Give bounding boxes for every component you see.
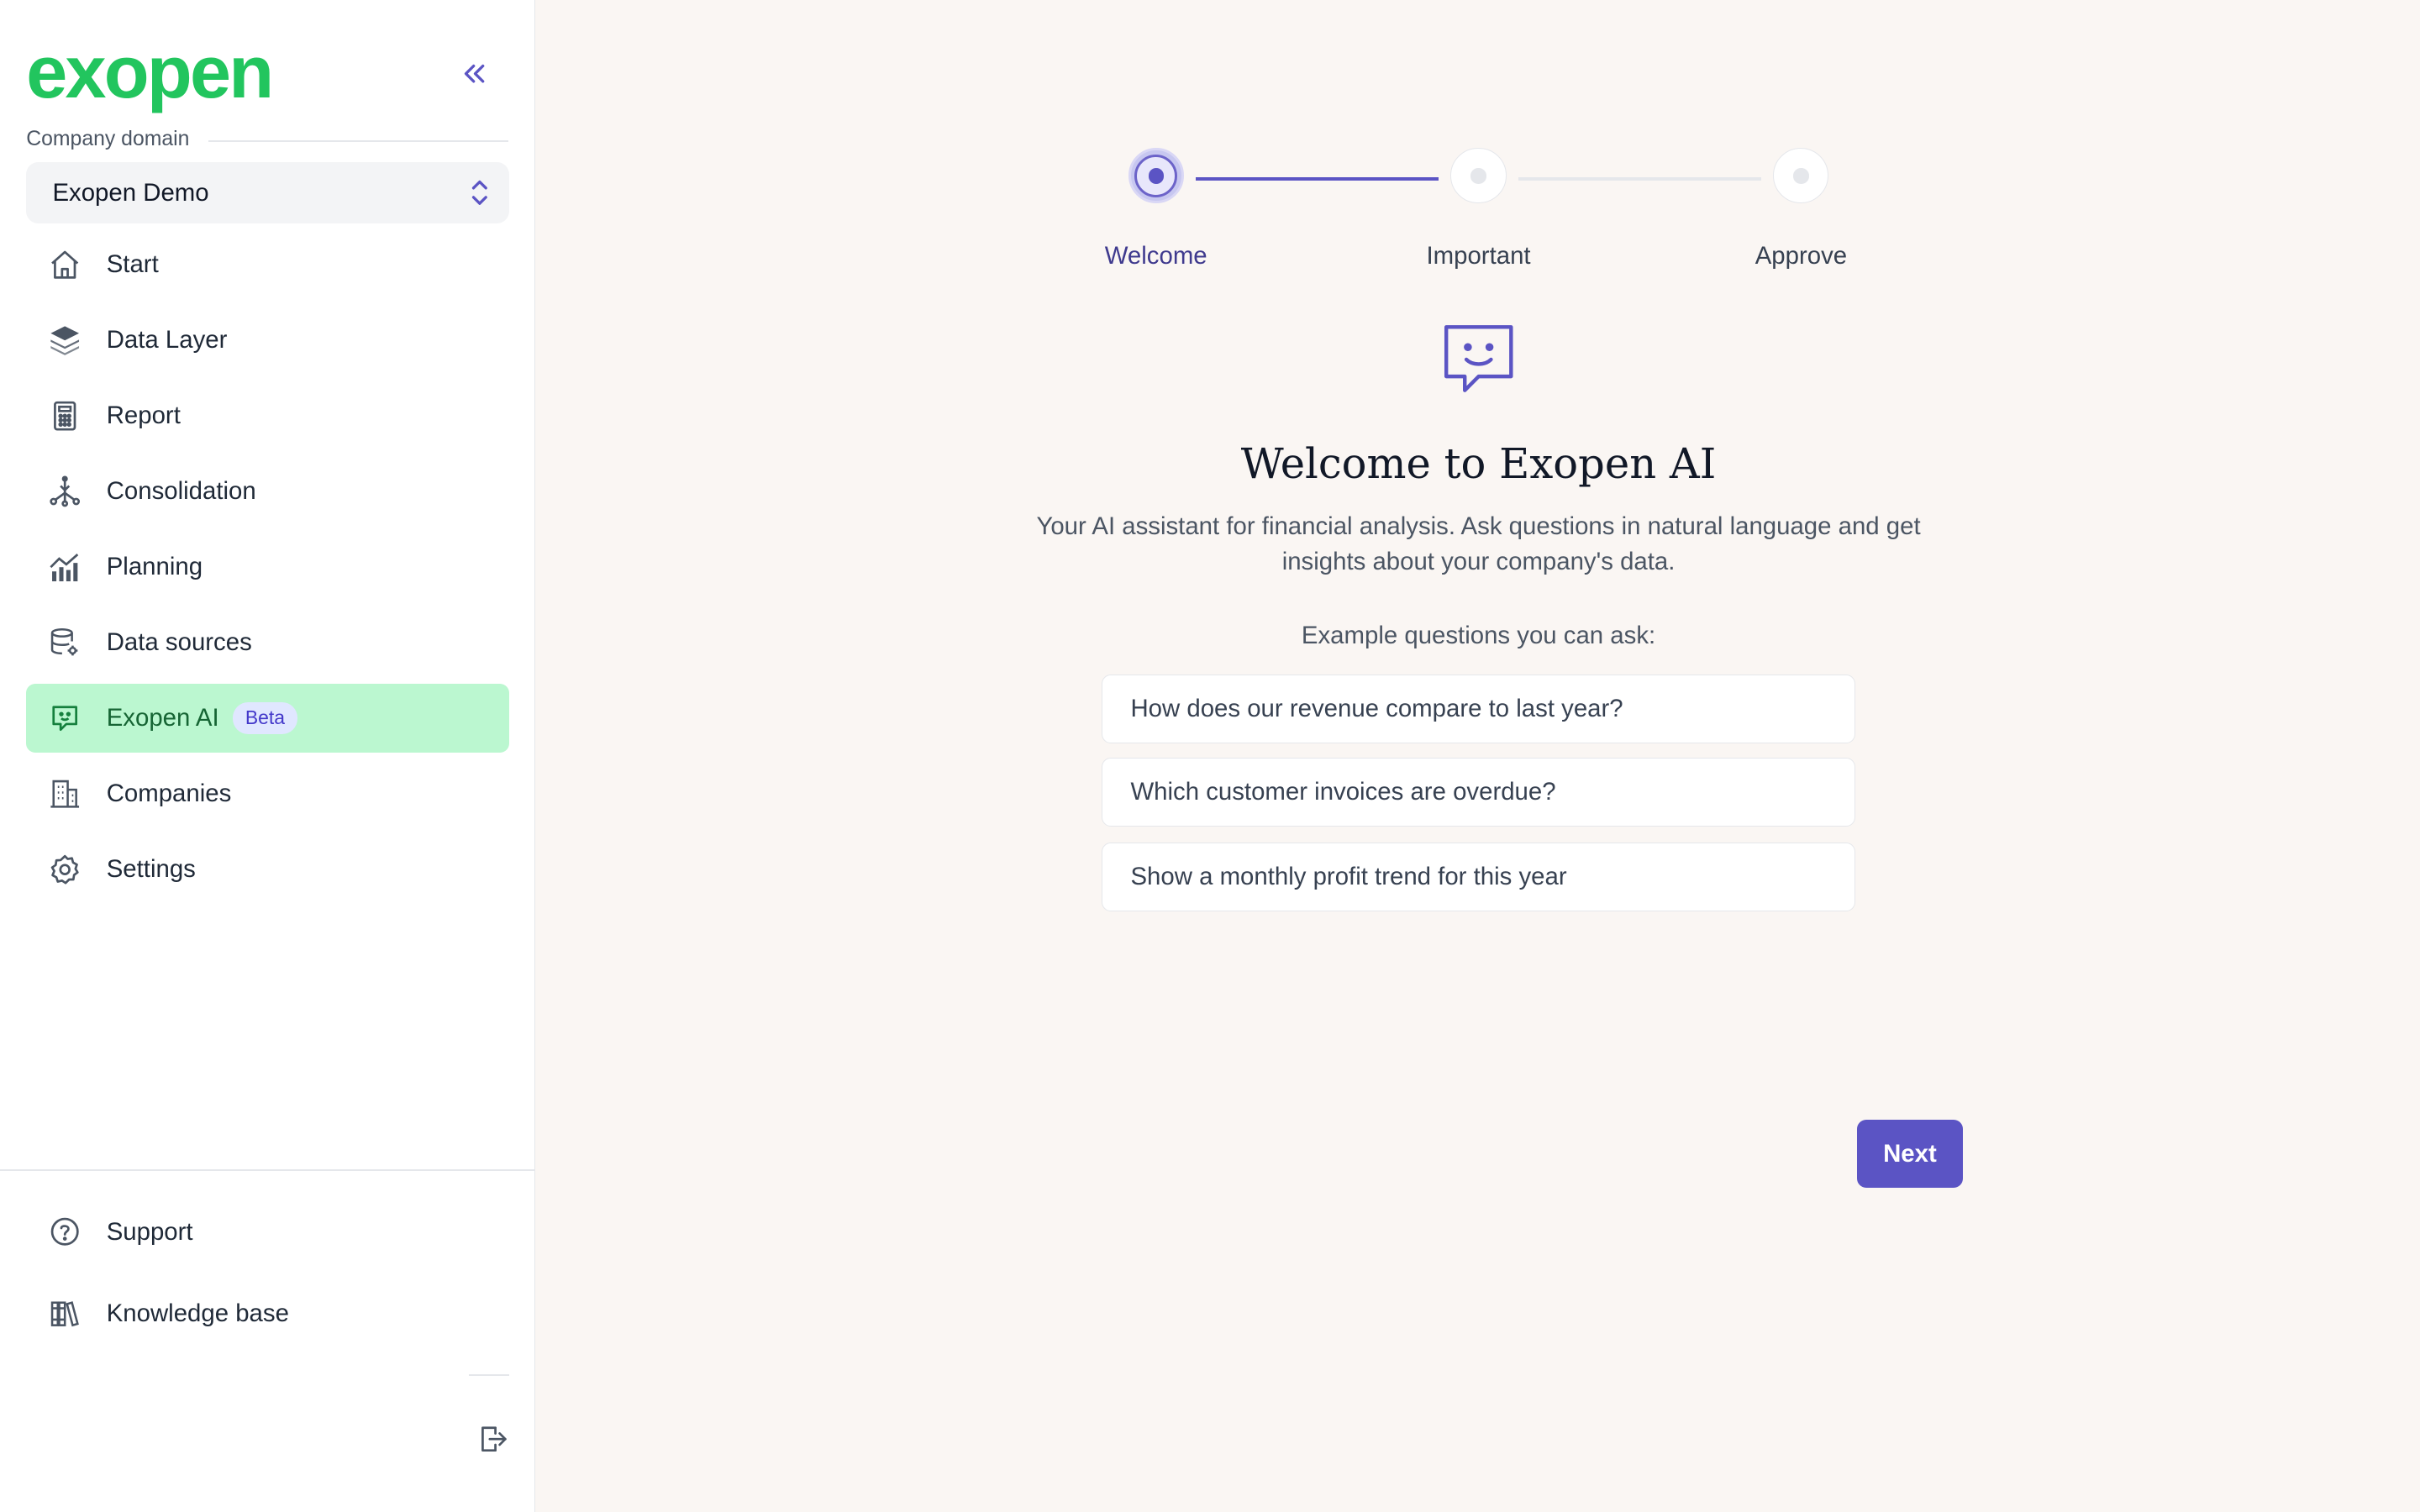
sidebar-item-label: Data Layer (106, 325, 228, 354)
exopen-logo[interactable]: exopen (26, 34, 274, 111)
sidebar-item-label: Companies (106, 779, 232, 807)
company-domain-label: Company domain (26, 128, 190, 151)
sidebar-item-knowledge-base[interactable]: Knowledge base (26, 1279, 509, 1349)
chat-smile-icon (1444, 325, 1513, 392)
divider (208, 140, 509, 142)
sidebar-item-support[interactable]: Support (26, 1197, 509, 1267)
step-approve-indicator[interactable] (1773, 148, 1829, 204)
sidebar-item-label: Exopen AI (106, 703, 219, 732)
sidebar-item-consolidation[interactable]: Consolidation (26, 457, 509, 527)
page-title: Welcome to Exopen AI (1240, 439, 1717, 489)
bottom-nav: Support Knowledge base (26, 1197, 509, 1361)
logout-button[interactable] (474, 1421, 511, 1458)
step-label-important: Important (1426, 242, 1531, 270)
step-connector-completed (1196, 177, 1439, 181)
sidebar-item-exopen-ai[interactable]: Exopen AI Beta (26, 683, 510, 753)
example-question-button[interactable]: Which customer invoices are overdue? (1102, 757, 1855, 827)
company-domain-select[interactable]: Exopen Demo (26, 161, 510, 224)
layers-icon (48, 323, 82, 357)
sidebar-item-label: Support (106, 1217, 193, 1246)
step-label-approve: Approve (1754, 242, 1848, 270)
collapse-sidebar-button[interactable] (454, 55, 494, 92)
home-icon (48, 248, 82, 281)
company-domain-value: Exopen Demo (52, 178, 209, 207)
main-nav: Start Data Layer Report Consolidation Pl… (26, 230, 510, 911)
double-chevron-left-icon (465, 65, 485, 83)
sidebar-item-label: Start (106, 249, 159, 278)
help-icon (48, 1215, 82, 1248)
calculator-icon (48, 399, 82, 433)
logout-icon (481, 1426, 507, 1452)
hierarchy-icon (48, 475, 82, 508)
sidebar-item-data-layer[interactable]: Data Layer (26, 306, 509, 375)
database-icon (48, 626, 82, 659)
page-subtitle: Your AI assistant for financial analysis… (1036, 512, 1921, 576)
sidebar-item-label: Report (106, 401, 181, 429)
chat-icon (48, 701, 82, 735)
stepper: Welcome Important Approve (1081, 139, 1877, 293)
books-icon (48, 1297, 82, 1331)
sidebar-item-planning[interactable]: Planning (26, 533, 509, 602)
sidebar-item-label: Consolidation (106, 476, 256, 505)
sidebar-item-label: Data sources (106, 627, 252, 656)
step-label-welcome: Welcome (1104, 242, 1207, 270)
sidebar-item-report[interactable]: Report (26, 381, 509, 451)
example-question-button[interactable]: Show a monthly profit trend for this yea… (1102, 842, 1855, 912)
chevron-up-down-icon (472, 181, 488, 206)
next-button[interactable]: Next (1856, 1120, 1964, 1189)
gear-icon (48, 853, 82, 886)
step-welcome-indicator[interactable] (1128, 148, 1184, 204)
building-icon (48, 777, 82, 811)
step-connector-pending (1518, 177, 1761, 181)
divider (0, 1169, 535, 1172)
example-question-button[interactable]: How does our revenue compare to last yea… (1102, 674, 1855, 744)
sidebar-item-label: Settings (106, 854, 196, 883)
beta-badge: Beta (233, 701, 297, 734)
sidebar-item-settings[interactable]: Settings (26, 835, 509, 905)
sidebar-item-label: Planning (106, 552, 203, 580)
sidebar-item-label: Knowledge base (106, 1299, 289, 1327)
sidebar-item-data-sources[interactable]: Data sources (26, 608, 509, 678)
examples-label: Example questions you can ask: (1301, 622, 1656, 650)
sidebar-item-start[interactable]: Start (26, 230, 509, 300)
divider (469, 1374, 510, 1377)
step-important-indicator[interactable] (1450, 148, 1507, 204)
sidebar: exopen Company domain Exopen Demo Start … (0, 0, 536, 1512)
chart-icon (48, 550, 82, 584)
sidebar-item-companies[interactable]: Companies (26, 759, 509, 829)
